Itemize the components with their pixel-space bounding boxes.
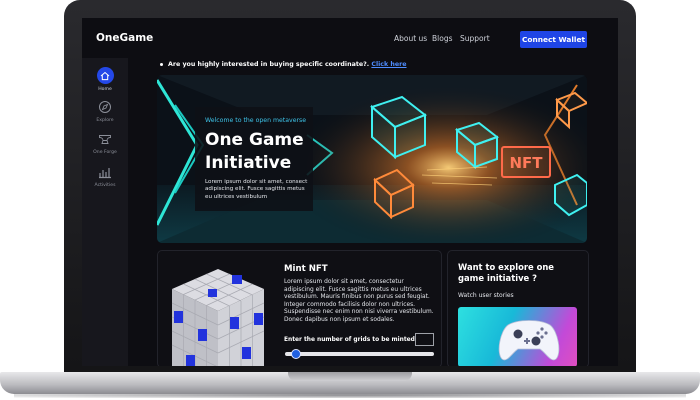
watch-user-stories-link[interactable]: Watch user stories (458, 292, 514, 299)
anvil-icon (99, 135, 111, 144)
sidebar-item-label: Home (98, 87, 112, 92)
nav-about-us[interactable]: About us (394, 34, 427, 43)
nav-support[interactable]: Support (460, 34, 490, 43)
gamepad-image[interactable] (458, 307, 577, 366)
grid-count-input[interactable] (415, 333, 434, 346)
hero-text-panel: Welcome to the open metaverse One Game I… (195, 107, 313, 211)
home-icon (96, 67, 114, 84)
grid-count-slider[interactable] (285, 352, 434, 356)
slider-handle[interactable] (290, 349, 301, 359)
top-bar: OneGame About us Blogs Support Connect W… (82, 18, 618, 58)
sidebar: Home Explore One Forge Activities (82, 58, 128, 366)
mint-nft-card: Mint NFT Lorem ipsum dolor sit amet, con… (157, 250, 442, 366)
explore-title: Want to explore one game initiative ? (458, 262, 554, 283)
compass-icon (99, 101, 111, 113)
nft-sign-text: NFT (509, 154, 543, 172)
app-logo[interactable]: OneGame (96, 32, 153, 44)
mint-nft-description: Lorem ipsum dolor sit amet, consectetur … (284, 279, 434, 323)
explore-card: Want to explore one game initiative ? Wa… (447, 250, 589, 366)
hero-tagline: Welcome to the open metaverse (205, 117, 307, 124)
cube-grid-illustration (171, 269, 265, 366)
hero-description: Lorem ipsum dolor sit amet, consect adip… (205, 179, 308, 200)
gamepad-icon (498, 320, 560, 361)
hero-banner: NFT Welcome to the open metaverse One Ga… (157, 75, 587, 243)
bar-chart-icon (99, 168, 111, 179)
announcement-text: Are you highly interested in buying spec… (168, 61, 370, 68)
mint-nft-title: Mint NFT (284, 264, 328, 274)
click-here-link[interactable]: Click here (371, 61, 406, 68)
sidebar-item-label: Activities (94, 183, 116, 188)
laptop-notch (288, 372, 412, 381)
hero-title: One Game Initiative (205, 130, 304, 173)
sidebar-item-activities[interactable]: Activities (82, 164, 128, 188)
connect-wallet-button[interactable]: Connect Wallet (520, 31, 587, 48)
sidebar-item-one-forge[interactable]: One Forge (82, 131, 128, 155)
nav-blogs[interactable]: Blogs (432, 34, 453, 43)
announcement-bar: Are you highly interested in buying spec… (160, 61, 407, 68)
grid-count-label: Enter the number of grids to be minted: (284, 337, 418, 343)
sidebar-item-explore[interactable]: Explore (82, 99, 128, 123)
sidebar-item-label: One Forge (93, 150, 117, 155)
bullet-icon (160, 62, 163, 66)
sidebar-item-label: Explore (96, 118, 114, 123)
app-screen: OneGame About us Blogs Support Connect W… (82, 18, 618, 366)
sidebar-item-home[interactable]: Home (82, 67, 128, 92)
